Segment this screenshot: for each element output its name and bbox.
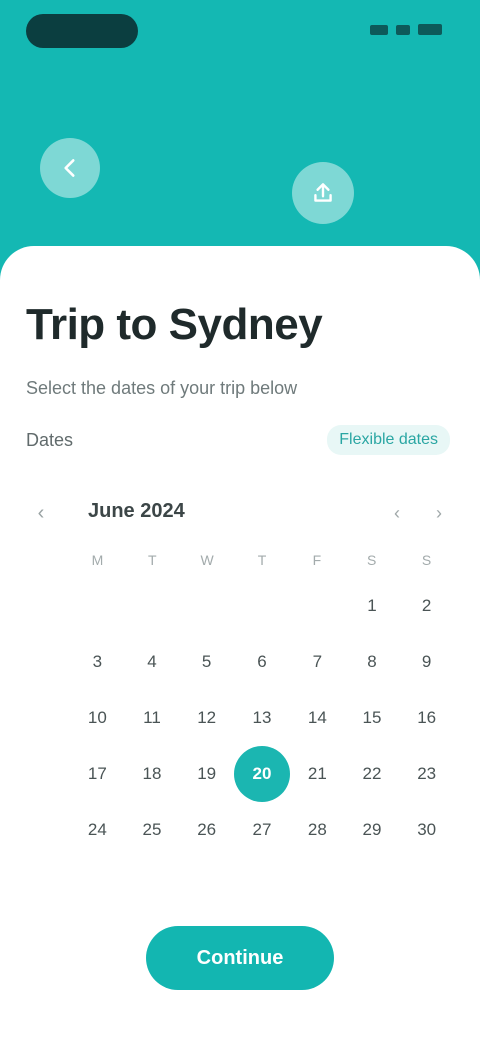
calendar-day[interactable]: 14 (290, 690, 345, 746)
calendar-day[interactable]: 18 (125, 746, 180, 802)
flexible-dates-link[interactable]: Flexible dates (327, 425, 450, 455)
calendar-nav: ‹ › (382, 498, 454, 528)
next-month-button[interactable]: › (424, 498, 454, 528)
weekday-label: F (312, 552, 322, 568)
status-bar (0, 0, 480, 64)
share-button[interactable] (292, 162, 354, 224)
calendar-day[interactable]: 11 (125, 690, 180, 746)
calendar-day[interactable]: 9 (399, 634, 454, 690)
calendar-blank (179, 578, 234, 634)
calendar-day[interactable]: 21 (290, 746, 345, 802)
calendar-day[interactable]: 17 (70, 746, 125, 802)
calendar-day[interactable]: 6 (234, 634, 290, 690)
calendar-day[interactable]: 28 (290, 802, 345, 858)
weekday-label: S (367, 552, 377, 568)
calendar-day[interactable]: 12 (179, 690, 234, 746)
calendar-collapse-icon[interactable]: ‹ (26, 498, 56, 528)
calendar-day[interactable]: 19 (179, 746, 234, 802)
arrow-left-icon (64, 159, 75, 177)
calendar-day[interactable]: 4 (125, 634, 180, 690)
calendar: ‹ June 2024 ‹ › MTWTFSS 1 2 3 4 5 6 7 8 9 10 11 12 1… (26, 486, 454, 856)
weekday-row: MTWTFSS (70, 550, 454, 570)
calendar-day[interactable]: 5 (179, 634, 234, 690)
weekday-label: T (257, 552, 267, 568)
status-pill (26, 14, 138, 48)
battery-icon (418, 24, 442, 35)
calendar-day[interactable]: 15 (345, 690, 400, 746)
weekday-label: W (200, 552, 214, 568)
calendar-day[interactable]: 7 (290, 634, 345, 690)
calendar-day[interactable]: 2 (399, 578, 454, 634)
trip-calendar-screen: Trip to Sydney Select the dates of your … (0, 0, 480, 1040)
calendar-day[interactable]: 1 (345, 578, 400, 634)
calendar-day[interactable]: 30 (399, 802, 454, 858)
calendar-day[interactable]: 25 (125, 802, 180, 858)
calendar-day[interactable]: 26 (179, 802, 234, 858)
wifi-icon (396, 24, 410, 35)
calendar-blank (70, 578, 125, 634)
prev-month-button[interactable]: ‹ (382, 498, 412, 528)
calendar-blank (125, 578, 180, 634)
calendar-day[interactable]: 27 (234, 802, 290, 858)
calendar-day[interactable]: 22 (345, 746, 400, 802)
calendar-header: ‹ June 2024 ‹ › (26, 496, 454, 532)
weekday-label: M (91, 552, 104, 568)
calendar-day[interactable]: 13 (234, 690, 290, 746)
calendar-day[interactable]: 29 (345, 802, 400, 858)
weekday-label: T (147, 552, 157, 568)
trip-title: Trip to Sydney (26, 300, 323, 349)
status-icons (370, 24, 442, 35)
calendar-day[interactable]: 8 (345, 634, 400, 690)
dates-label: Dates (26, 429, 74, 450)
calendar-blank (234, 578, 290, 634)
calendar-day-selected[interactable]: 20 (234, 746, 290, 802)
weekday-label: S (421, 552, 432, 568)
calendar-day[interactable]: 3 (70, 634, 125, 690)
continue-button[interactable]: Continue (146, 926, 334, 990)
calendar-day[interactable]: 24 (70, 802, 125, 858)
share-icon (314, 183, 332, 202)
back-button[interactable] (40, 138, 100, 198)
calendar-blank (290, 578, 345, 634)
signal-icon (370, 24, 388, 35)
calendar-day[interactable]: 23 (399, 746, 454, 802)
calendar-day[interactable]: 16 (399, 690, 454, 746)
calendar-month: June 2024 (88, 500, 185, 522)
calendar-day[interactable]: 10 (70, 690, 125, 746)
trip-subtitle: Select the dates of your trip below (26, 378, 298, 398)
dates-row: Dates Flexible dates (26, 425, 450, 455)
day-grid: 1 2 3 4 5 6 7 8 9 10 11 12 13 14 15 16 17 18 19 20 21 22 23 24 2… (70, 578, 454, 858)
